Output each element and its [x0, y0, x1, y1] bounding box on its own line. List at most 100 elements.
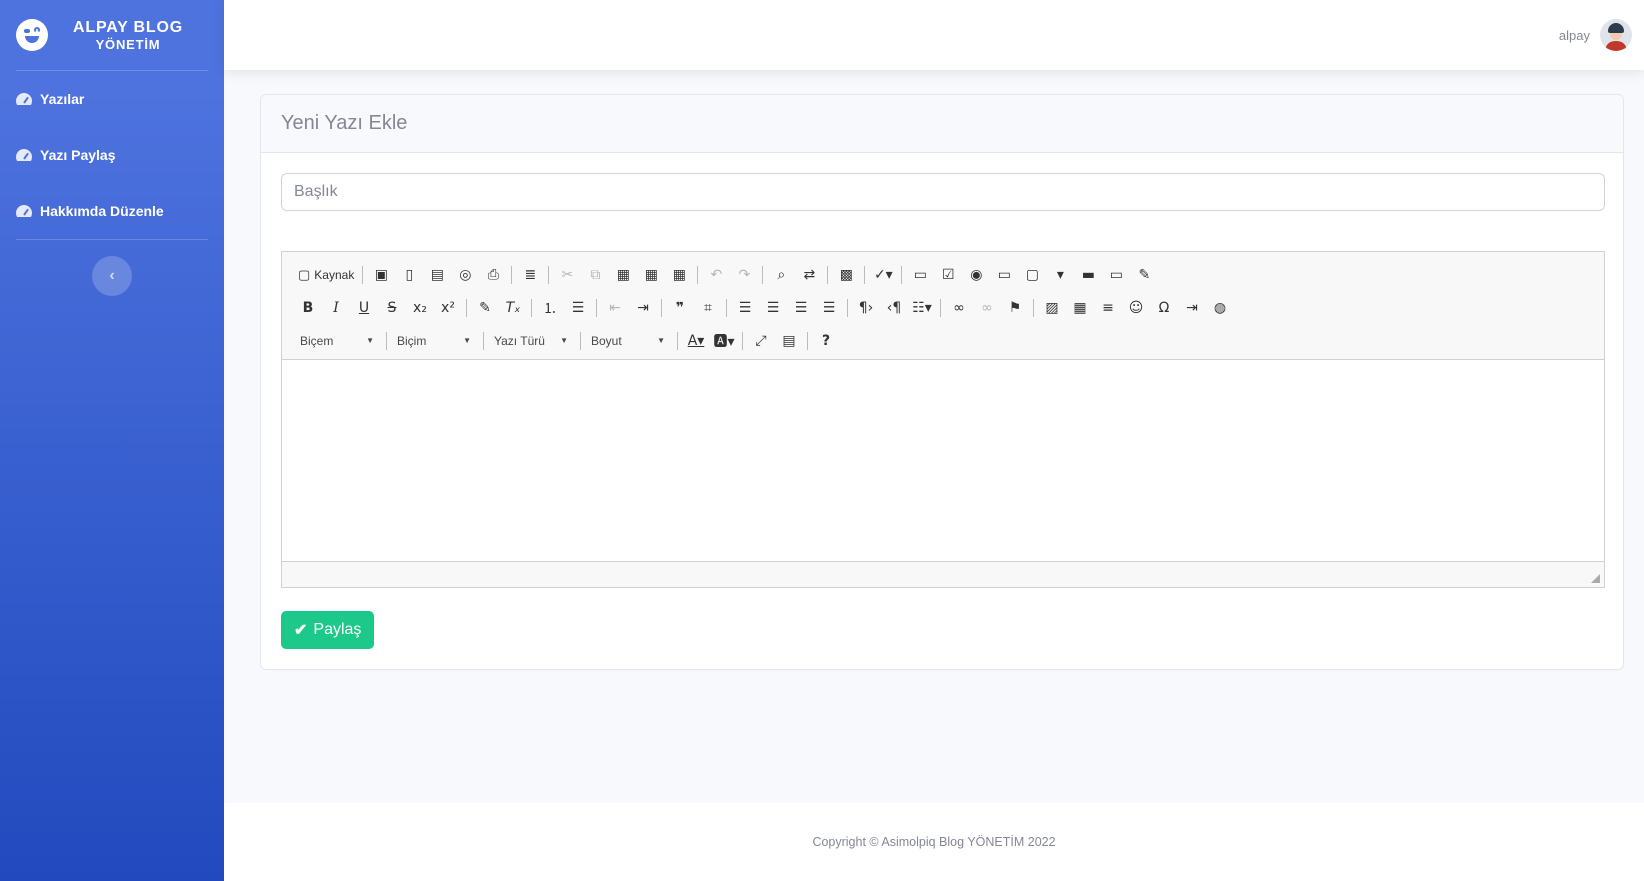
- styles-combo[interactable]: Biçem ▼: [294, 329, 382, 353]
- image-button-icon[interactable]: ▭: [1102, 263, 1130, 287]
- checkbox-icon[interactable]: ☑: [934, 263, 962, 287]
- horizontal-rule-icon[interactable]: ≡: [1094, 296, 1122, 320]
- brand-title: ALPAY BLOG: [73, 18, 183, 36]
- print-icon[interactable]: ⎙: [479, 263, 507, 287]
- paste-word-icon[interactable]: ▦: [665, 263, 693, 287]
- format-combo-label: Biçim: [397, 333, 427, 348]
- smiley-icon[interactable]: ☺: [1122, 296, 1150, 320]
- iframe-icon[interactable]: ◍: [1206, 296, 1234, 320]
- undo-icon[interactable]: ↶: [702, 263, 730, 287]
- sidebar-item-hakkimda-duzenle[interactable]: Hakkımda Düzenle: [0, 183, 224, 239]
- select-all-icon[interactable]: ▩: [832, 263, 860, 287]
- toolbar-separator: [807, 331, 808, 350]
- anchor-icon[interactable]: ⚑: [1001, 296, 1029, 320]
- align-left-icon[interactable]: ☰: [731, 296, 759, 320]
- blockquote-icon[interactable]: ❞: [666, 296, 694, 320]
- sidebar: ALPAY BLOG YÖNETİM Yazılar Yazı Paylaş H…: [0, 0, 224, 881]
- maximize-icon[interactable]: ⤢: [747, 329, 775, 353]
- toolbar-separator: [697, 265, 699, 284]
- resize-handle-icon[interactable]: [1591, 574, 1600, 583]
- export-pdf-icon[interactable]: ▤: [423, 263, 451, 287]
- editor-content-area[interactable]: [282, 360, 1604, 561]
- table-icon[interactable]: ▦: [1066, 296, 1094, 320]
- redo-icon[interactable]: ↷: [730, 263, 758, 287]
- format-combo[interactable]: Biçim ▼: [391, 329, 479, 353]
- link-icon[interactable]: ∞: [945, 296, 973, 320]
- textarea-icon[interactable]: ▢: [1018, 263, 1046, 287]
- new-post-card: Yeni Yazı Ekle ▢Kaynak ▣ ▯ ▤ ◎ ⎙ ≣ ✂ ⧉ ▦…: [260, 94, 1624, 670]
- copy-format-icon[interactable]: ✎: [471, 296, 499, 320]
- toolbar-separator: [726, 298, 727, 317]
- paste-icon[interactable]: ▦: [609, 263, 637, 287]
- image-icon[interactable]: ▨: [1038, 296, 1066, 320]
- numbered-list-icon[interactable]: ⒈: [536, 296, 564, 320]
- toolbar-separator: [847, 298, 848, 317]
- toolbar-separator: [940, 298, 941, 317]
- card-title: Yeni Yazı Ekle: [261, 95, 1623, 153]
- special-char-icon[interactable]: Ω: [1150, 296, 1178, 320]
- brand[interactable]: ALPAY BLOG YÖNETİM: [0, 0, 224, 70]
- toolbar-separator: [483, 331, 484, 350]
- caret-down-icon: ▼: [366, 336, 374, 345]
- align-right-icon[interactable]: ☰: [787, 296, 815, 320]
- text-field-icon[interactable]: ▭: [990, 263, 1018, 287]
- sidebar-item-yazi-paylas[interactable]: Yazı Paylaş: [0, 127, 224, 183]
- subscript-icon[interactable]: x₂: [406, 296, 434, 320]
- sidebar-item-label: Yazılar: [40, 91, 85, 107]
- templates-icon[interactable]: ≣: [516, 263, 544, 287]
- superscript-icon[interactable]: x²: [434, 296, 462, 320]
- language-icon[interactable]: ☷▾: [908, 296, 936, 320]
- hidden-field-icon[interactable]: ✎: [1130, 263, 1158, 287]
- copy-icon[interactable]: ⧉: [581, 263, 609, 287]
- remove-format-icon[interactable]: Tₓ: [499, 296, 527, 320]
- source-button[interactable]: ▢ Kaynak: [294, 263, 358, 287]
- caret-down-icon: ▼: [560, 336, 568, 345]
- text-direction-ltr-icon[interactable]: ¶›: [852, 296, 880, 320]
- bg-color-icon[interactable]: 🅰▾: [710, 329, 738, 353]
- source-icon: ▢: [298, 266, 311, 282]
- new-page-icon[interactable]: ▯: [395, 263, 423, 287]
- font-combo[interactable]: Yazı Türü ▼: [488, 329, 576, 353]
- radio-icon[interactable]: ◉: [962, 263, 990, 287]
- help-icon[interactable]: ?: [812, 329, 840, 353]
- share-button[interactable]: ✔ Paylaş: [281, 611, 375, 649]
- form-icon[interactable]: ▭: [906, 263, 934, 287]
- indent-icon[interactable]: ⇥: [629, 296, 657, 320]
- text-direction-rtl-icon[interactable]: ‹¶: [880, 296, 908, 320]
- align-justify-icon[interactable]: ☰: [815, 296, 843, 320]
- toolbar-separator: [580, 331, 581, 350]
- paste-text-icon[interactable]: ▦: [637, 263, 665, 287]
- rich-text-editor: ▢ Kaynak ▣ ▯ ▤ ◎ ⎙ ≣ ✂ ⧉ ▦ ▦ ▦ ↶ ↷ ⌕ ⇄ ▩…: [281, 251, 1605, 588]
- text-color-icon[interactable]: A▾: [682, 329, 710, 353]
- bulleted-list-icon[interactable]: ☰: [564, 296, 592, 320]
- underline-icon[interactable]: U: [350, 296, 378, 320]
- size-combo[interactable]: Boyut ▼: [585, 329, 673, 353]
- sidebar-toggle-button[interactable]: ‹: [92, 256, 132, 296]
- select-field-icon[interactable]: ▾: [1046, 263, 1074, 287]
- preview-icon[interactable]: ◎: [451, 263, 479, 287]
- caret-down-icon: ▼: [657, 336, 665, 345]
- cut-icon[interactable]: ✂: [553, 263, 581, 287]
- bold-icon[interactable]: B: [294, 296, 322, 320]
- save-icon[interactable]: ▣: [367, 263, 395, 287]
- sidebar-item-yazilar[interactable]: Yazılar: [0, 71, 224, 127]
- find-icon[interactable]: ⌕: [767, 263, 795, 287]
- strike-icon[interactable]: S: [378, 296, 406, 320]
- italic-icon[interactable]: I: [322, 296, 350, 320]
- replace-icon[interactable]: ⇄: [795, 263, 823, 287]
- unlink-icon[interactable]: ∞: [973, 296, 1001, 320]
- div-container-icon[interactable]: ⌗: [694, 296, 722, 320]
- show-blocks-icon[interactable]: ▤: [775, 329, 803, 353]
- toolbar-separator: [864, 265, 866, 284]
- toolbar-separator: [1033, 298, 1034, 317]
- page-break-icon[interactable]: ⇥: [1178, 296, 1206, 320]
- toolbar-separator: [677, 331, 678, 350]
- editor-toolbar: ▢ Kaynak ▣ ▯ ▤ ◎ ⎙ ≣ ✂ ⧉ ▦ ▦ ▦ ↶ ↷ ⌕ ⇄ ▩…: [282, 252, 1604, 360]
- align-center-icon[interactable]: ☰: [759, 296, 787, 320]
- user-menu[interactable]: alpay: [1559, 19, 1632, 51]
- title-input[interactable]: [281, 173, 1605, 211]
- outdent-icon[interactable]: ⇤: [601, 296, 629, 320]
- spellcheck-icon[interactable]: ✓▾: [869, 263, 897, 287]
- button-field-icon[interactable]: ▬: [1074, 263, 1102, 287]
- editor-status-bar: [282, 561, 1604, 587]
